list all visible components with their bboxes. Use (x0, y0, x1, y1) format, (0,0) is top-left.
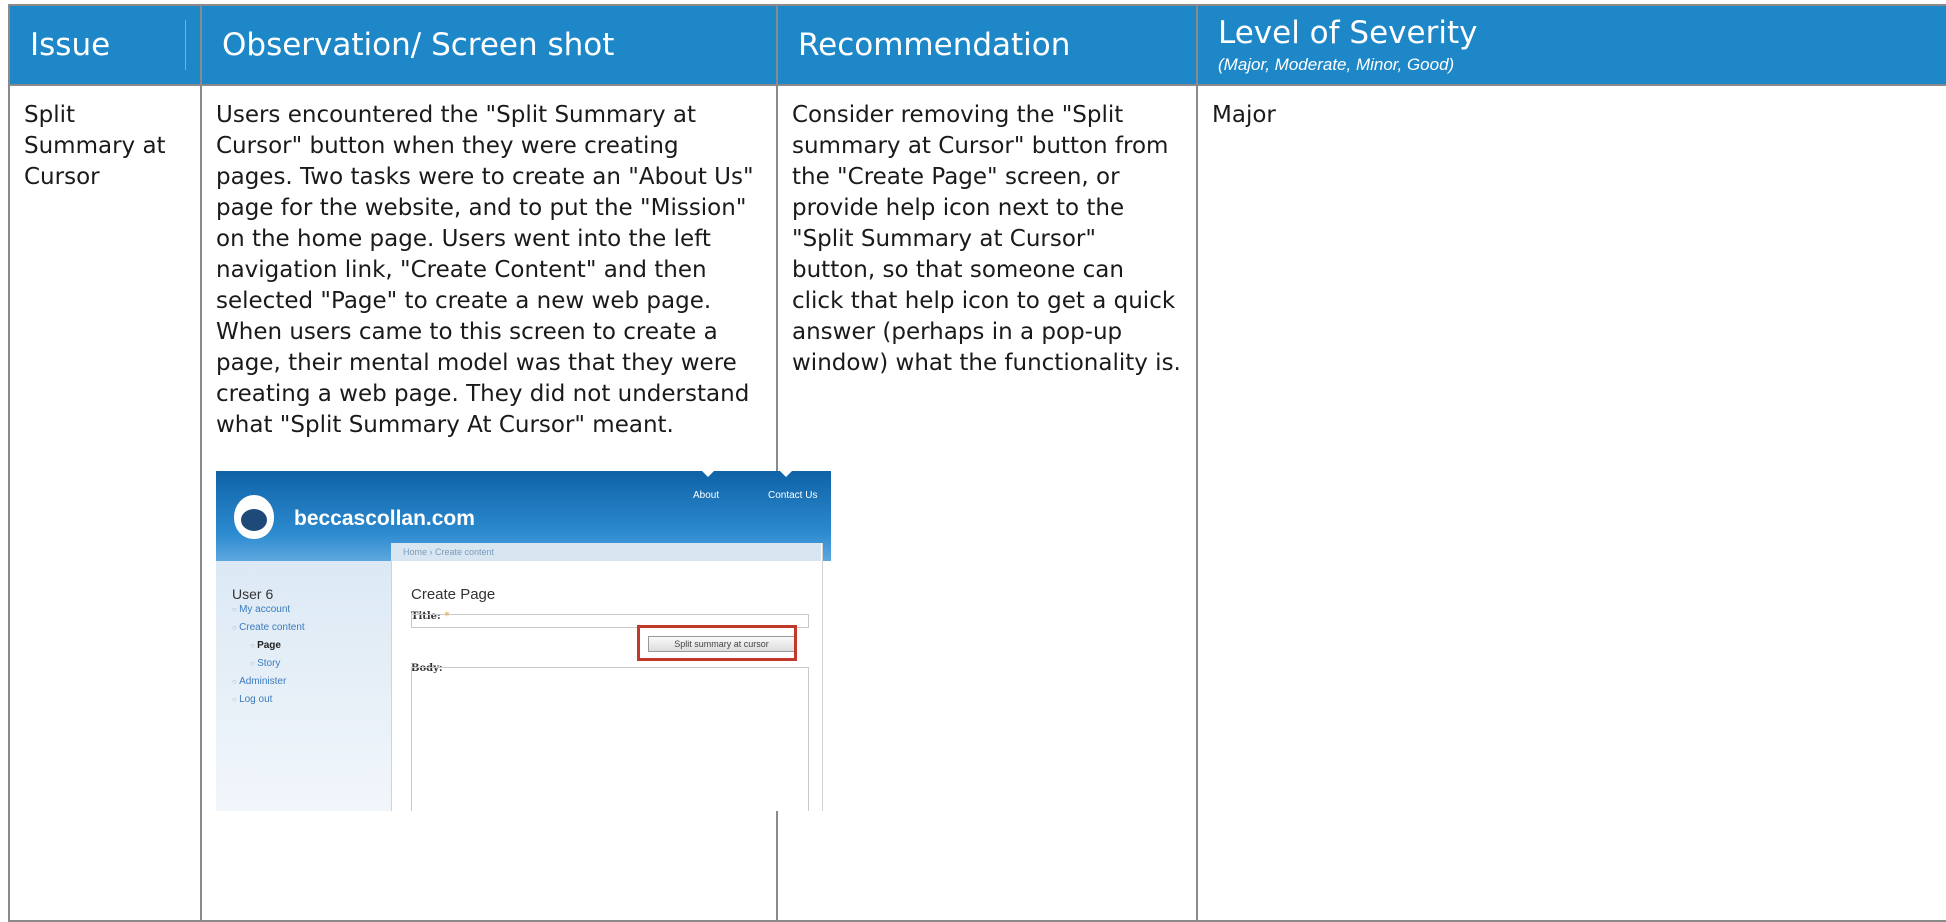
issue-cell: Split Summary at Cursor (8, 84, 202, 922)
drupal-logo-icon (234, 495, 274, 539)
menu-item-administer[interactable]: Administer (232, 673, 305, 691)
menu-item-page[interactable]: Page (232, 637, 305, 655)
sidebar-menu: My account Create content Page Story Adm… (232, 601, 305, 709)
highlight-box (637, 625, 797, 661)
menu-item-log-out[interactable]: Log out (232, 691, 305, 709)
usability-report-page: Issue Observation/ Screen shot Recommend… (0, 0, 1946, 922)
site-name: beccascollan.com (294, 507, 475, 530)
severity-scale: (Major, Moderate, Minor, Good) (1218, 55, 1455, 74)
observation-cell: Users encountered the "Split Summary at … (200, 84, 831, 922)
nav-marker-icon (702, 471, 714, 477)
body-textarea[interactable] (411, 667, 809, 811)
nav-contact-link[interactable]: Contact Us (768, 480, 817, 511)
menu-item-create-content[interactable]: Create content (232, 619, 305, 637)
severity-title: Level of Severity (1218, 15, 1478, 51)
header-issue: Issue (8, 4, 202, 86)
header-row: Issue Observation/ Screen shot Recommend… (8, 4, 1946, 86)
menu-item-story[interactable]: Story (232, 655, 305, 673)
severity-cell: Major (1196, 84, 1946, 922)
header-recommendation: Recommendation (776, 4, 1198, 86)
observation-text: Users encountered the "Split Summary at … (216, 102, 754, 438)
embedded-screenshot: beccascollan.com About Contact Us User 6… (216, 471, 831, 811)
table-row: Split Summary at Cursor Users encountere… (8, 84, 1946, 922)
header-severity: Level of Severity (Major, Moderate, Mino… (1196, 4, 1946, 86)
breadcrumb: Home › Create content (391, 543, 821, 561)
nav-about-link[interactable]: About (693, 480, 719, 511)
nav-marker-icon (780, 471, 792, 477)
recommendation-cell: Consider removing the "Split summary at … (776, 84, 1198, 922)
findings-table: Issue Observation/ Screen shot Recommend… (8, 4, 1946, 922)
header-observation: Observation/ Screen shot (200, 4, 778, 86)
menu-item-my-account[interactable]: My account (232, 601, 305, 619)
